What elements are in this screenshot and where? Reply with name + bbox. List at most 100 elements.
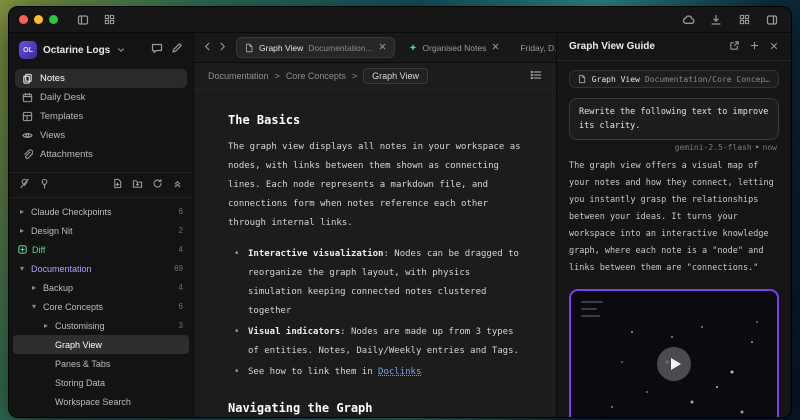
feedback-icon[interactable] <box>151 41 163 59</box>
context-chip[interactable]: Graph View Documentation/Core Concepts <box>569 70 779 88</box>
tree-item-graph-view[interactable]: Graph View <box>13 335 189 354</box>
notes-icon <box>22 73 33 84</box>
history-forward-icon[interactable] <box>217 39 228 57</box>
item-count: 4 <box>179 283 183 292</box>
chevron-down-icon <box>17 265 27 273</box>
assistant-panel: Graph View Guide Graph View Documentatio… <box>556 33 791 417</box>
pin-off-icon[interactable] <box>19 176 30 194</box>
window-content: OL Octarine Logs Notes Daily <box>9 33 791 417</box>
tab-close-icon[interactable] <box>491 42 500 53</box>
tree-item-panes-tabs[interactable]: Panes & Tabs <box>13 354 189 373</box>
workspace-switcher[interactable]: OL Octarine Logs <box>9 33 193 67</box>
download-icon[interactable] <box>707 11 725 29</box>
user-prompt-bubble: Rewrite the following text to improve it… <box>569 98 779 140</box>
zoom-window-button[interactable] <box>49 15 58 24</box>
refresh-icon[interactable] <box>152 176 163 194</box>
timestamp: now <box>763 143 777 152</box>
item-count: 3 <box>179 321 183 330</box>
chevron-right-icon <box>17 208 27 216</box>
item-count: 2 <box>179 226 183 235</box>
history-back-icon[interactable] <box>202 39 213 57</box>
sidebar-toolbar <box>9 172 193 198</box>
play-button[interactable] <box>657 347 691 381</box>
tree-item-diff[interactable]: Diff 4 <box>13 240 189 259</box>
bullet-item: See how to link them in Doclinks <box>232 363 526 382</box>
sidebar-item-attachments[interactable]: Attachments <box>15 145 187 164</box>
breadcrumb-item[interactable]: Core Concepts <box>286 71 346 81</box>
nav-label: Daily Desk <box>40 92 85 103</box>
tab-close-icon[interactable] <box>378 42 387 53</box>
section-heading: The Basics <box>228 110 526 130</box>
tab-friday-daily[interactable]: Friday, D... <box>513 37 556 58</box>
tree-item-claude-checkpoints[interactable]: Claude Checkpoints 6 <box>13 202 189 221</box>
app-window: OL Octarine Logs Notes Daily <box>8 6 792 418</box>
new-note-icon[interactable] <box>112 176 123 194</box>
tree-item-core-concepts[interactable]: Core Concepts 6 <box>13 297 189 316</box>
assistant-header: Graph View Guide <box>557 33 791 61</box>
outline-icon[interactable] <box>530 69 542 83</box>
mini-menu-lines <box>571 291 777 317</box>
nav-label: Notes <box>40 73 65 84</box>
graph-dots <box>571 291 573 293</box>
collapse-all-icon[interactable] <box>172 176 183 194</box>
tree-item-backup[interactable]: Backup 4 <box>13 278 189 297</box>
video-preview[interactable] <box>569 289 779 417</box>
traffic-lights <box>19 15 58 24</box>
panel-right-icon[interactable] <box>763 11 781 29</box>
sidebar-item-notes[interactable]: Notes <box>15 69 187 88</box>
bullet-item: Interactive visualization: Nodes can be … <box>232 245 526 321</box>
open-in-new-icon[interactable] <box>729 38 740 56</box>
tab-graph-view[interactable]: Graph View Documentation... <box>236 37 395 58</box>
tree-item-customising[interactable]: Customising 3 <box>13 316 189 335</box>
titlebar-right-actions <box>679 11 781 29</box>
tree-item-daily-desk[interactable]: Daily Desk <box>13 411 189 417</box>
edit-icon[interactable] <box>171 41 183 59</box>
new-folder-icon[interactable] <box>132 176 143 194</box>
chevron-right-icon <box>41 322 51 330</box>
sidebar-nav: Notes Daily Desk Templates Views <box>9 67 193 170</box>
tree-item-design-nit[interactable]: Design Nit 2 <box>13 221 189 240</box>
doclinks-link[interactable]: Doclinks <box>378 367 421 377</box>
tree-item-workspace-search[interactable]: Workspace Search <box>13 392 189 411</box>
close-panel-icon[interactable] <box>769 38 779 56</box>
sidebar: OL Octarine Logs Notes Daily <box>9 33 194 417</box>
file-icon <box>577 74 587 84</box>
item-count: 4 <box>179 245 183 254</box>
calendar-icon <box>22 92 33 103</box>
chevron-right-icon <box>17 227 27 235</box>
chevron-down-icon <box>29 303 39 311</box>
titlebar <box>9 7 791 33</box>
chevron-right-icon <box>29 284 39 292</box>
minimize-window-button[interactable] <box>34 15 43 24</box>
tree-item-documentation[interactable]: Documentation 69 <box>13 259 189 278</box>
note-editor[interactable]: The Basics The graph view displays all n… <box>194 90 556 417</box>
breadcrumb: Documentation > Core Concepts > Graph Vi… <box>194 63 556 90</box>
new-chat-icon[interactable] <box>749 38 760 56</box>
paragraph: The graph view displays all notes in you… <box>228 138 526 233</box>
breadcrumb-separator: > <box>352 71 357 81</box>
sidebar-item-views[interactable]: Views <box>15 126 187 145</box>
git-diff-icon <box>17 244 28 255</box>
tab-organised-notes[interactable]: Organised Notes <box>401 37 508 58</box>
cloud-icon[interactable] <box>679 11 697 29</box>
nav-label: Attachments <box>40 149 93 160</box>
desktop-background: OL Octarine Logs Notes Daily <box>0 0 800 420</box>
paperclip-icon <box>22 149 33 160</box>
panel-left-icon[interactable] <box>74 11 92 29</box>
assistant-title: Graph View Guide <box>569 41 655 52</box>
section-heading: Navigating the Graph <box>228 398 526 417</box>
sidebar-item-daily-desk[interactable]: Daily Desk <box>15 88 187 107</box>
tab-bar: Graph View Documentation... Organised No… <box>194 33 556 63</box>
grid-icon[interactable] <box>735 11 753 29</box>
apps-grid-icon[interactable] <box>100 11 118 29</box>
bullet-item: Visual indicators: Nodes are made up fro… <box>232 323 526 361</box>
views-icon <box>22 130 33 141</box>
item-count: 6 <box>179 302 183 311</box>
assistant-body: Graph View Documentation/Core Concepts R… <box>557 61 791 417</box>
tree-item-storing-data[interactable]: Storing Data <box>13 373 189 392</box>
sidebar-item-templates[interactable]: Templates <box>15 107 187 126</box>
note-title-field[interactable]: Graph View <box>363 68 428 84</box>
close-window-button[interactable] <box>19 15 28 24</box>
breadcrumb-item[interactable]: Documentation <box>208 71 269 81</box>
pin-icon[interactable] <box>39 176 50 194</box>
